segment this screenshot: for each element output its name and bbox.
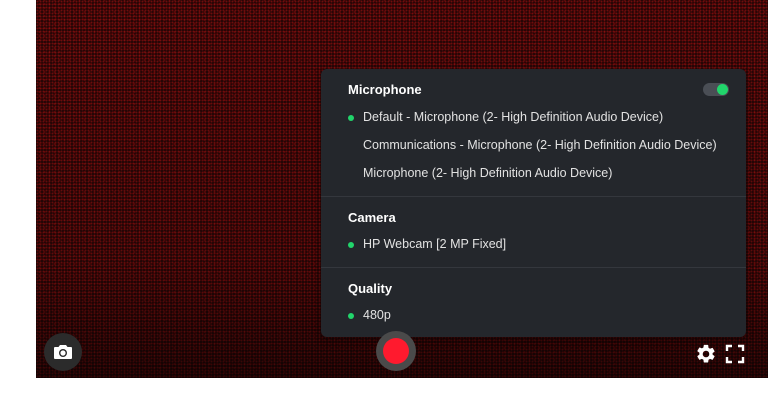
selected-dot-icon [348, 313, 354, 319]
microphone-title: Microphone [348, 82, 422, 97]
option-label: HP Webcam [2 MP Fixed] [363, 237, 507, 251]
option-label: Microphone (2- High Definition Audio Dev… [363, 166, 613, 180]
snapshot-button[interactable] [44, 333, 82, 371]
option-label: 480p [363, 308, 391, 322]
record-button[interactable] [376, 331, 416, 371]
fullscreen-icon [725, 344, 745, 364]
quality-section: Quality 480p [321, 268, 746, 338]
option-label: Default - Microphone (2- High Definition… [363, 110, 664, 124]
toggle-knob [717, 84, 728, 95]
option-label: Communications - Microphone (2- High Def… [363, 138, 717, 152]
microphone-option-default[interactable]: Default - Microphone (2- High Definition… [348, 110, 664, 124]
microphone-option-device[interactable]: Microphone (2- High Definition Audio Dev… [363, 166, 612, 180]
camera-section: Camera HP Webcam [2 MP Fixed] [321, 197, 746, 268]
selected-dot-icon [348, 115, 354, 121]
settings-panel: Microphone Default - Microphone (2- High… [321, 69, 746, 337]
camera-title: Camera [348, 210, 396, 225]
microphone-option-communications[interactable]: Communications - Microphone (2- High Def… [363, 138, 717, 152]
record-icon [383, 338, 409, 364]
fullscreen-button[interactable] [725, 344, 745, 364]
gear-icon [697, 344, 715, 363]
quality-title: Quality [348, 281, 393, 296]
camera-option-hp-webcam[interactable]: HP Webcam [2 MP Fixed] [348, 237, 507, 251]
settings-button[interactable] [695, 343, 717, 365]
selected-dot-icon [348, 242, 354, 248]
microphone-section: Microphone Default - Microphone (2- High… [321, 69, 746, 197]
camera-icon [54, 345, 72, 359]
quality-option-480p[interactable]: 480p [348, 308, 391, 322]
microphone-toggle[interactable] [703, 83, 729, 96]
